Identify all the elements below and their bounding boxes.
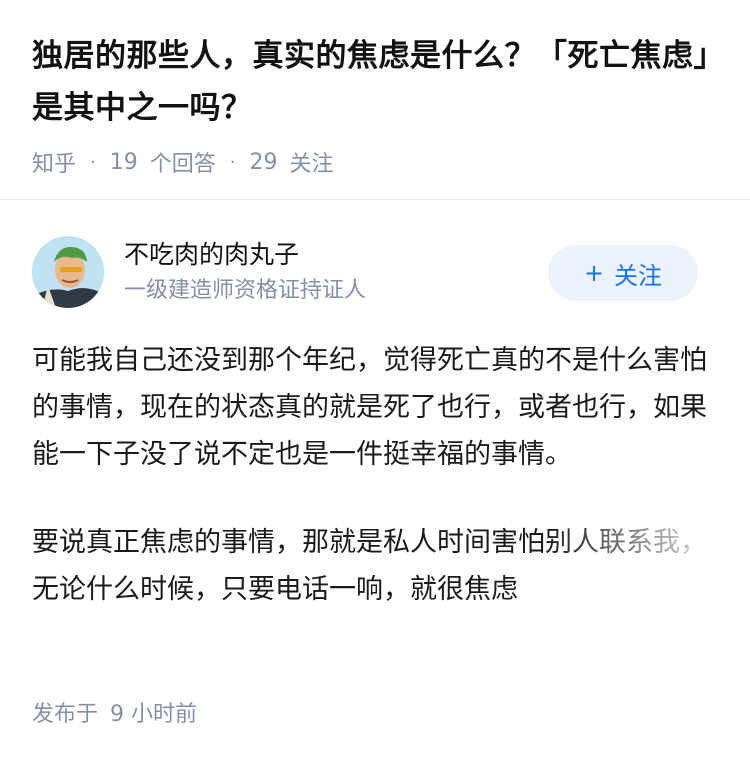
question-header: 独居的那些人，真实的焦虑是什么？「死亡焦虑」是其中之一吗？ 知乎 · 19 个回… bbox=[0, 0, 750, 180]
follower-count-label[interactable]: 关注 bbox=[290, 146, 334, 178]
section-divider bbox=[0, 199, 750, 200]
question-title[interactable]: 独居的那些人，真实的焦虑是什么？「死亡焦虑」是其中之一吗？ bbox=[32, 30, 718, 134]
answer-count-label[interactable]: 个回答 bbox=[150, 146, 216, 178]
page: 独居的那些人，真实的焦虑是什么？「死亡焦虑」是其中之一吗？ 知乎 · 19 个回… bbox=[0, 0, 750, 766]
follow-button-label: 关注 bbox=[614, 261, 663, 290]
author-info: 不吃肉的肉丸子 一级建造师资格证持证人 + 关注 bbox=[32, 236, 718, 312]
meta-separator: · bbox=[90, 151, 96, 173]
avatar-illustration bbox=[32, 236, 104, 308]
author-bio: 一级建造师资格证持证人 bbox=[124, 278, 367, 303]
publish-info: 发布于 9 小时前 bbox=[32, 696, 197, 728]
question-meta: 知乎 · 19 个回答 · 29 关注 bbox=[32, 144, 718, 180]
plus-icon: + bbox=[583, 259, 605, 287]
answer-count: 19 bbox=[109, 149, 138, 175]
avatar[interactable] bbox=[32, 236, 104, 308]
follow-button[interactable]: + 关注 bbox=[548, 245, 698, 301]
published-label: 发布于 bbox=[32, 702, 99, 727]
answer-paragraph: 可能我自己还没到那个年纪，觉得死亡真的不是什么害怕的事情，现在的状态真的就是死了… bbox=[32, 345, 707, 470]
meta-separator: · bbox=[229, 151, 236, 173]
author-name[interactable]: 不吃肉的肉丸子 bbox=[124, 238, 299, 272]
source-label[interactable]: 知乎 bbox=[32, 146, 76, 178]
published-time: 9 小时前 bbox=[110, 702, 198, 727]
follower-count: 29 bbox=[249, 149, 278, 175]
answer-paragraph: 要说真正焦虑的事情，那就是私人时间害怕别人联系我，无论什么时候，只要电话一响，就… bbox=[32, 519, 718, 613]
answer-content[interactable]: 可能我自己还没到那个年纪，觉得死亡真的不是什么害怕的事情，现在的状态真的就是死了… bbox=[32, 337, 718, 654]
